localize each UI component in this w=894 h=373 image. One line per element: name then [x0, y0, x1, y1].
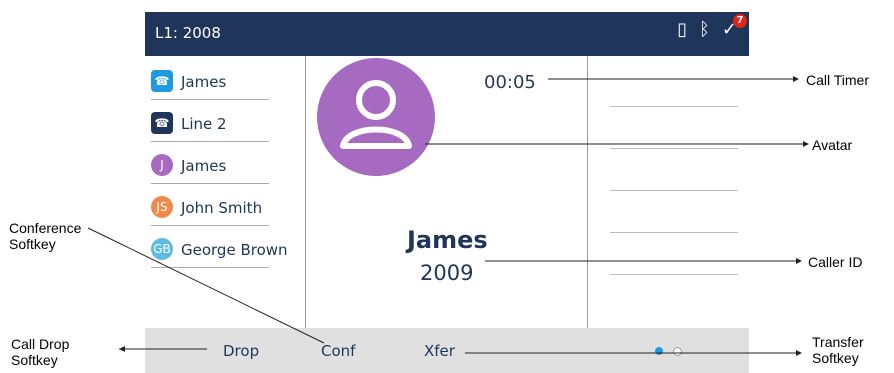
conference-label-line2: Softkey [9, 236, 56, 252]
transfer-label-line2: Softkey [812, 350, 859, 366]
call-timer-label: Call Timer [806, 72, 870, 88]
drop-label-line2: Softkey [11, 352, 58, 368]
drop-label-line1: Call Drop [11, 336, 70, 352]
call-drop-softkey-label: Call Drop Softkey [11, 336, 69, 368]
transfer-softkey-label: Transfer Softkey [812, 334, 864, 366]
transfer-label-line1: Transfer [812, 334, 864, 350]
avatar-label: Avatar [812, 137, 853, 153]
conference-label-line1: Conference [9, 220, 82, 236]
caller-id-label: Caller ID [808, 254, 863, 270]
callout-lines [87, 76, 809, 356]
conference-softkey-label: Conference Softkey [9, 220, 81, 252]
